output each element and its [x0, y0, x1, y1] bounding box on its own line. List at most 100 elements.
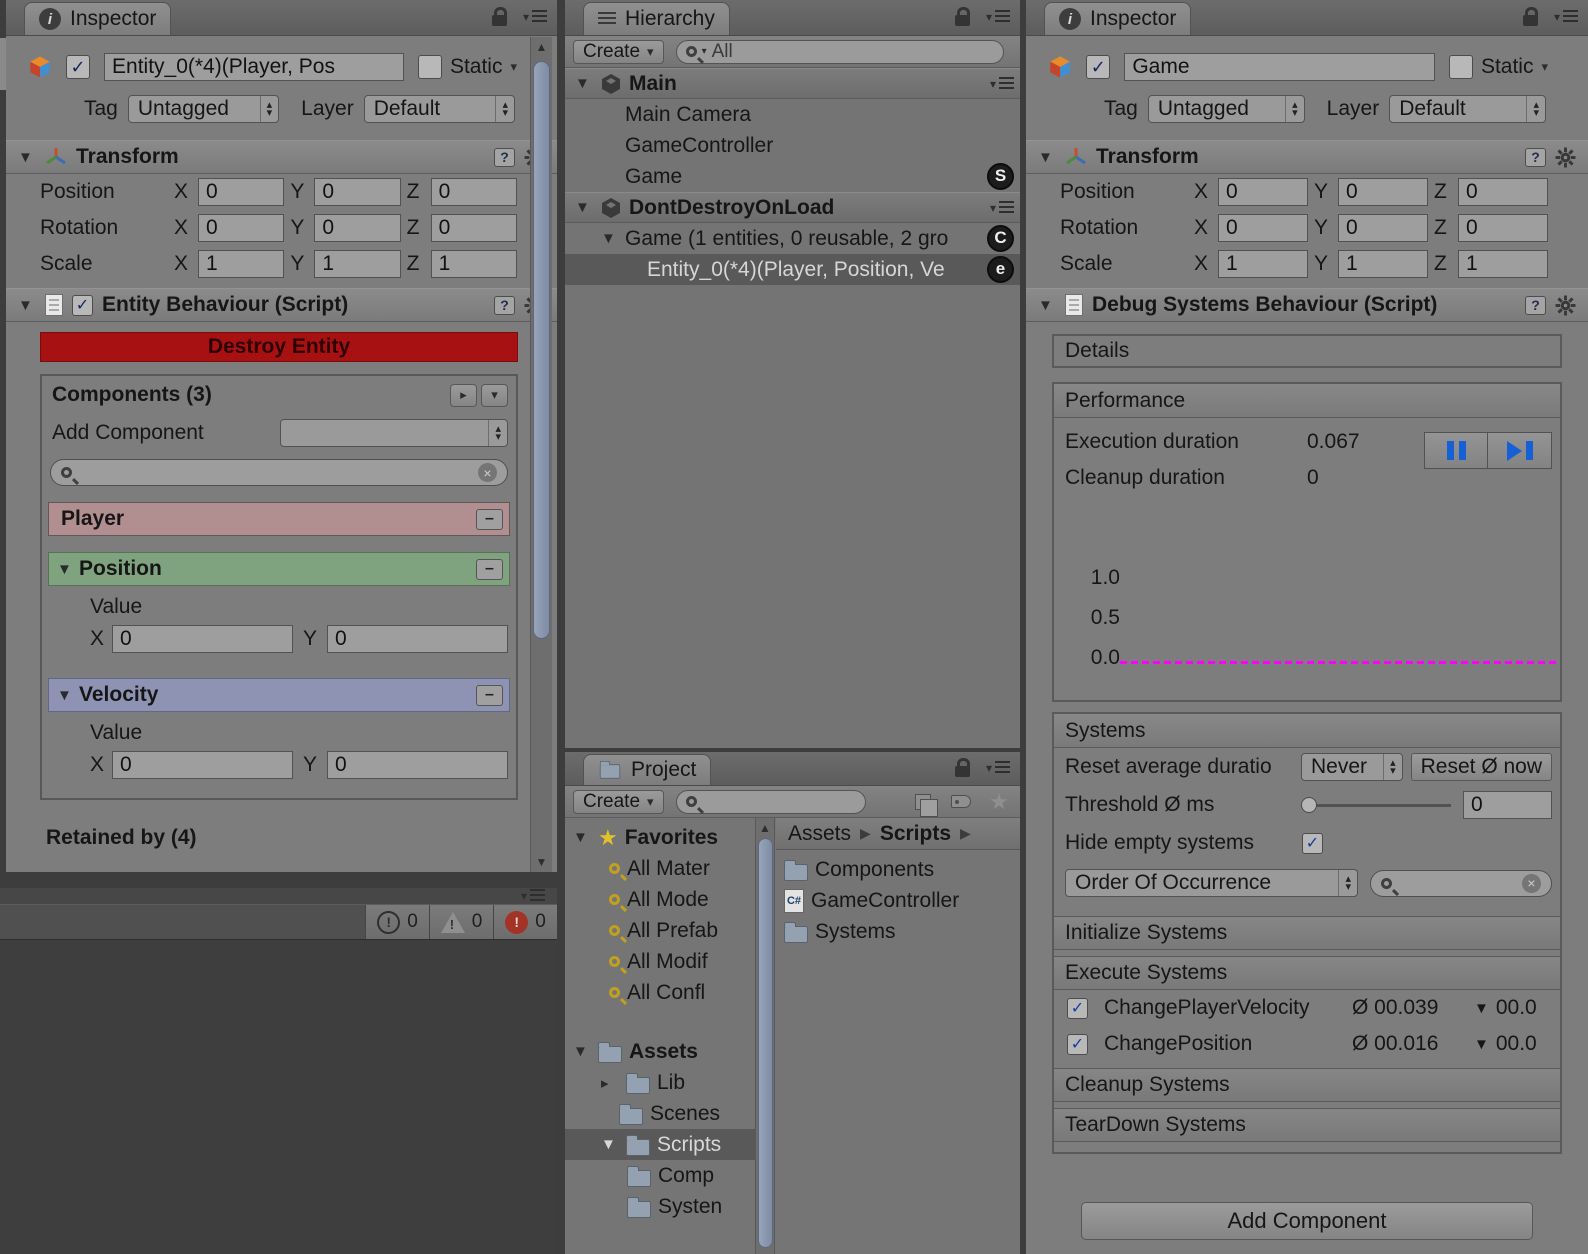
components-prev-button[interactable]: ▸: [450, 383, 477, 407]
threshold-slider[interactable]: [1301, 795, 1451, 815]
tree-item-components[interactable]: Comp: [565, 1160, 755, 1191]
details-foldout[interactable]: Details: [1052, 334, 1562, 368]
project-scrollbar[interactable]: ▲: [755, 818, 775, 1254]
scroll-up-button[interactable]: ▲: [531, 37, 552, 57]
foldout-icon[interactable]: ▼: [18, 149, 36, 166]
tree-item-lib[interactable]: ▸ Lib: [565, 1067, 755, 1098]
error-count-toggle[interactable]: ! 0: [493, 905, 557, 939]
hide-empty-checkbox[interactable]: ✓: [1302, 832, 1323, 854]
static-dropdown-icon[interactable]: ▾: [510, 59, 517, 75]
scale-z-field[interactable]: [1458, 250, 1548, 278]
active-checkbox[interactable]: ✓: [66, 55, 91, 79]
create-button[interactable]: Create ▾: [573, 39, 664, 64]
gear-icon[interactable]: [1555, 147, 1576, 168]
scene-row-dontdestroyonload[interactable]: ▼ DontDestroyOnLoad ▾: [565, 192, 1020, 223]
transform-header[interactable]: ▼ Transform ?: [1026, 140, 1588, 174]
cleanup-systems-header[interactable]: Cleanup Systems: [1054, 1068, 1560, 1102]
favorites-filter-icon[interactable]: ★: [986, 790, 1012, 814]
scale-y-field[interactable]: [314, 250, 401, 278]
inspector-tab[interactable]: i Inspector: [1044, 2, 1192, 35]
search-by-label-icon[interactable]: [948, 790, 974, 814]
file-item-systems[interactable]: Systems: [776, 916, 1020, 947]
breadcrumb-current[interactable]: Scripts: [880, 822, 951, 846]
scroll-thumb[interactable]: [758, 838, 773, 1248]
warning-count-toggle[interactable]: ! 0: [429, 905, 493, 939]
system-enabled-checkbox[interactable]: ✓: [1067, 1033, 1088, 1055]
rotation-x-field[interactable]: [1218, 214, 1308, 242]
static-dropdown-icon[interactable]: ▾: [1541, 59, 1548, 75]
position-value-x-field[interactable]: [112, 625, 293, 653]
hierarchy-item-gamecontroller[interactable]: GameController: [565, 130, 1020, 161]
behaviour-enabled-checkbox[interactable]: ✓: [72, 294, 93, 316]
rotation-y-field[interactable]: [314, 214, 401, 242]
position-x-field[interactable]: [198, 178, 285, 206]
info-count-toggle[interactable]: ! 0: [365, 905, 429, 939]
favorite-item-all-prefabs[interactable]: All Prefab: [565, 915, 755, 946]
gear-icon[interactable]: [1555, 295, 1576, 316]
foldout-icon[interactable]: ▼: [601, 230, 619, 247]
static-checkbox[interactable]: ✓: [1448, 55, 1473, 79]
velocity-component-header[interactable]: ▼ Velocity –: [48, 678, 510, 712]
clear-search-icon[interactable]: ×: [1522, 873, 1541, 893]
file-item-components[interactable]: Components: [776, 854, 1020, 885]
reset-now-button[interactable]: Reset Ø now: [1410, 753, 1552, 781]
tag-dropdown[interactable]: Untagged ▴ ▾: [127, 95, 280, 123]
step-button[interactable]: [1488, 432, 1552, 469]
position-y-field[interactable]: [314, 178, 401, 206]
components-menu-button[interactable]: ▾: [481, 383, 508, 407]
foldout-icon[interactable]: ▼: [573, 1043, 591, 1060]
inspector-tab[interactable]: i Inspector: [24, 2, 172, 35]
add-component-button[interactable]: Add Component: [1081, 1202, 1533, 1240]
order-dropdown[interactable]: Order Of Occurrence ▴ ▾: [1065, 869, 1358, 897]
breadcrumb-root[interactable]: Assets: [788, 822, 851, 846]
teardown-systems-header[interactable]: TearDown Systems: [1054, 1108, 1560, 1142]
position-z-field[interactable]: [1458, 178, 1548, 206]
systems-header[interactable]: Systems: [1054, 714, 1560, 748]
search-by-type-icon[interactable]: [910, 790, 938, 817]
panel-menu-icon[interactable]: ▾: [521, 889, 545, 902]
scroll-thumb[interactable]: [533, 61, 550, 639]
tag-dropdown[interactable]: Untagged ▴ ▾: [1147, 95, 1305, 123]
file-item-gamecontroller[interactable]: C# GameController: [776, 885, 1020, 916]
panel-menu-icon[interactable]: ▾: [986, 10, 1010, 23]
layer-dropdown[interactable]: Default ▴ ▾: [1389, 95, 1547, 123]
entity-behaviour-header[interactable]: ▼ ✓ Entity Behaviour (Script) ?: [6, 288, 557, 322]
player-component-header[interactable]: Player –: [48, 502, 510, 536]
create-button[interactable]: Create ▾: [573, 789, 664, 814]
scene-menu-icon[interactable]: ▾: [990, 77, 1014, 90]
foldout-icon[interactable]: ▼: [1038, 297, 1056, 314]
project-search-input[interactable]: [675, 789, 866, 814]
help-icon[interactable]: ?: [494, 147, 515, 167]
favorite-item-all-conflicted[interactable]: All Confl: [565, 977, 755, 1008]
slider-knob[interactable]: [1301, 797, 1317, 813]
foldout-icon[interactable]: ▼: [573, 829, 591, 846]
rotation-y-field[interactable]: [1338, 214, 1428, 242]
panel-menu-icon[interactable]: ▾: [523, 10, 547, 23]
scale-z-field[interactable]: [430, 250, 517, 278]
scale-y-field[interactable]: [1338, 250, 1428, 278]
hierarchy-item-game-group[interactable]: ▼ Game (1 entities, 0 reusable, 2 gro C: [565, 223, 1020, 254]
foldout-icon[interactable]: ▼: [57, 687, 75, 704]
scroll-up-button[interactable]: ▲: [756, 818, 774, 838]
layer-dropdown[interactable]: Default ▴ ▾: [363, 95, 516, 123]
active-checkbox[interactable]: ✓: [1086, 55, 1111, 79]
debug-systems-header[interactable]: ▼ Debug Systems Behaviour (Script) ?: [1026, 288, 1588, 322]
system-row-changeplayervelocity[interactable]: ✓ ChangePlayerVelocity Ø 00.039 ▼ 00.0: [1054, 990, 1560, 1026]
systems-search-input[interactable]: ×: [1370, 869, 1552, 897]
lock-icon[interactable]: [491, 7, 507, 26]
favorites-header[interactable]: ▼ ★ Favorites: [565, 822, 755, 853]
position-z-field[interactable]: [430, 178, 517, 206]
tree-item-scenes[interactable]: Scenes: [565, 1098, 755, 1129]
system-row-changeposition[interactable]: ✓ ChangePosition Ø 00.016 ▼ 00.0: [1054, 1026, 1560, 1062]
scale-x-field[interactable]: [1218, 250, 1308, 278]
vertical-scrollbar[interactable]: ▲ ▼: [530, 37, 552, 872]
position-x-field[interactable]: [1218, 178, 1308, 206]
gameobject-name-field[interactable]: [1124, 53, 1435, 81]
scene-menu-icon[interactable]: ▾: [990, 201, 1014, 214]
static-checkbox[interactable]: ✓: [417, 55, 442, 79]
search-filter-dropdown-icon[interactable]: ▾: [702, 46, 707, 57]
gameobject-name-field[interactable]: [104, 53, 404, 81]
panel-menu-icon[interactable]: ▾: [986, 761, 1010, 774]
pause-button[interactable]: [1424, 432, 1488, 469]
rotation-z-field[interactable]: [1458, 214, 1548, 242]
